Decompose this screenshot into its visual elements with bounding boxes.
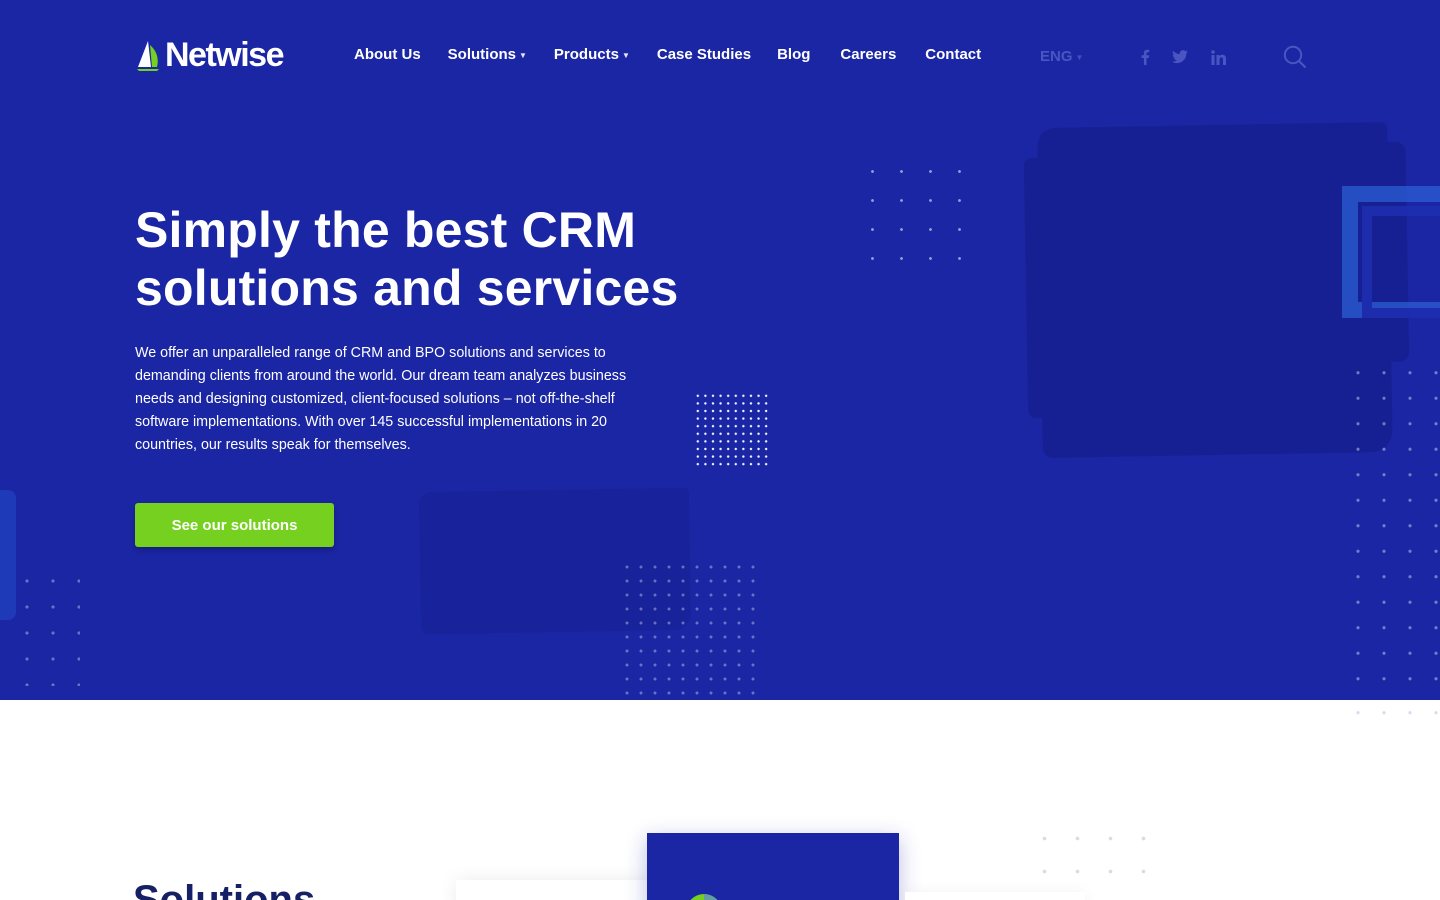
solutions-heading: Solutions xyxy=(133,878,316,900)
linkedin-icon[interactable] xyxy=(1209,48,1227,66)
nav-item-label: Solutions xyxy=(447,46,516,63)
nav-item-label: Blog xyxy=(777,46,811,63)
see-solutions-button[interactable]: See our solutions xyxy=(135,503,334,547)
twitter-icon[interactable] xyxy=(1171,48,1189,66)
brush-stroke-decoration xyxy=(1037,121,1393,459)
frame-decoration xyxy=(1342,186,1440,318)
hero-description: We offer an unparalleled range of CRM an… xyxy=(135,345,627,453)
solution-icon xyxy=(690,894,718,900)
dot-grid-decoration xyxy=(694,392,770,468)
search-icon[interactable] xyxy=(1283,45,1307,69)
hero-title: Simply the best CRM solutions and servic… xyxy=(135,201,755,317)
dot-grid-decoration xyxy=(858,157,983,281)
nav-item-label: Careers xyxy=(840,46,897,63)
nav-item-blog[interactable]: Blog xyxy=(777,46,810,63)
nav-item-label: Case Studies xyxy=(656,46,752,63)
language-selector[interactable]: ENG ▼ xyxy=(1040,48,1083,65)
nav-item-label: About Us xyxy=(354,46,421,63)
solution-card[interactable] xyxy=(905,892,1085,900)
chevron-down-icon: ▼ xyxy=(1075,53,1084,62)
nav-item-label: Products xyxy=(553,46,619,63)
dot-grid-decoration xyxy=(1345,360,1440,700)
nav-item-about-us[interactable]: About Us xyxy=(354,46,421,63)
main-nav: About Us Solutions ▼ Products ▼ Case Stu… xyxy=(354,46,981,63)
nav-item-label: Contact xyxy=(925,46,982,63)
brand-name: Netwise xyxy=(165,36,285,74)
hero-title-line: solutions and services xyxy=(135,260,679,316)
sail-logo-icon xyxy=(137,41,159,71)
nav-item-case-studies[interactable]: Case Studies xyxy=(657,46,751,63)
nav-item-solutions[interactable]: Solutions ▼ xyxy=(448,46,527,63)
hero-section: Netwise About Us Solutions ▼ Products ▼ … xyxy=(0,0,1440,700)
solution-card[interactable] xyxy=(456,880,656,900)
site-logo[interactable]: Netwise xyxy=(135,36,285,74)
dot-grid-decoration xyxy=(620,560,756,696)
nav-item-careers[interactable]: Careers xyxy=(840,46,896,63)
dot-grid-decoration xyxy=(14,568,80,686)
dot-grid-decoration xyxy=(1028,822,1173,900)
facebook-icon[interactable] xyxy=(1136,48,1154,66)
chevron-down-icon: ▼ xyxy=(621,51,630,60)
chevron-down-icon: ▼ xyxy=(519,51,527,60)
solution-card-active[interactable] xyxy=(647,833,899,900)
nav-item-contact[interactable]: Contact xyxy=(925,46,981,63)
dot-grid-decoration xyxy=(1345,700,1440,730)
language-label: ENG xyxy=(1040,48,1073,65)
nav-item-products[interactable]: Products ▼ xyxy=(554,46,630,63)
hero-title-line: Simply the best CRM xyxy=(135,202,637,258)
